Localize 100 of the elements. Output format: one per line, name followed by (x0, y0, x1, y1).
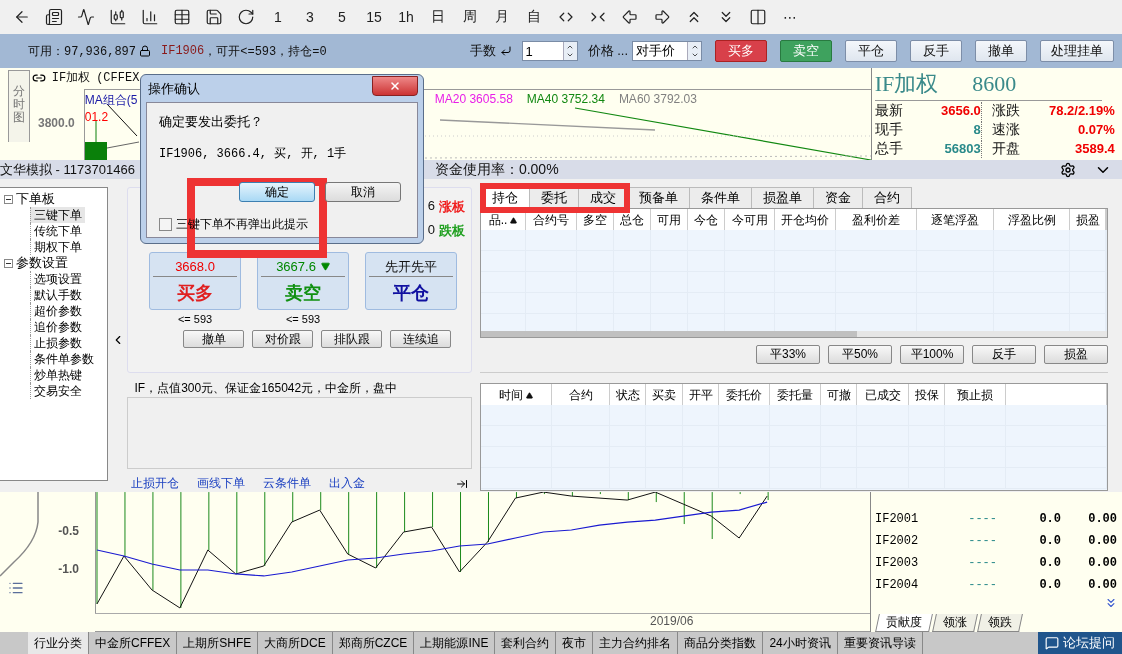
candlestick-icon[interactable] (109, 8, 127, 26)
side-tab[interactable]: 分时图 (8, 70, 30, 142)
arrow-to-end-icon[interactable] (456, 477, 468, 490)
close-position-button[interactable]: 平33% (756, 345, 820, 364)
expander-icon[interactable] (4, 258, 13, 268)
tab[interactable]: 领涨 (932, 614, 978, 632)
link[interactable]: 止损开仓 (131, 475, 180, 492)
arrow-left-icon[interactable] (621, 8, 639, 26)
column-header[interactable]: 今仓 (688, 209, 725, 233)
column-header[interactable]: 可用 (651, 209, 688, 233)
order-button[interactable]: 平仓 (845, 40, 897, 62)
tree-item[interactable]: 交易安全 (30, 383, 85, 399)
column-header[interactable]: 可撤 (821, 384, 857, 408)
column-header[interactable]: 损盈 (1070, 209, 1106, 233)
column-header[interactable]: 逐笔浮盈 (917, 209, 994, 233)
checkbox[interactable] (159, 218, 172, 231)
tree-item[interactable]: 三键下单 (30, 207, 85, 223)
tab[interactable]: 预备单 (627, 187, 690, 208)
order-button[interactable]: 3668.0 买多 (149, 252, 241, 310)
order-button[interactable]: 反手 (910, 40, 962, 62)
period-button[interactable]: 1h (390, 9, 422, 25)
order-button[interactable]: 买多 (715, 40, 767, 62)
market-tab[interactable]: 重要资讯导读 (837, 632, 923, 654)
tree-item[interactable]: 选项设置 (30, 271, 85, 287)
layout-icon[interactable] (749, 8, 767, 26)
tree-item[interactable]: 止损参数 (30, 335, 85, 351)
column-header[interactable]: 盈利价差 (836, 209, 917, 233)
tree-item[interactable]: 期权下单 (30, 239, 85, 255)
close-position-button[interactable]: 反手 (972, 345, 1036, 364)
column-header[interactable]: 委托价 (719, 384, 770, 408)
tree-item[interactable]: 下单板 (16, 191, 55, 207)
market-tab[interactable]: 套利合约 (495, 632, 557, 654)
period-button[interactable]: 周 (454, 8, 486, 26)
tree-item[interactable]: 默认手数 (30, 287, 85, 303)
period-button[interactable]: 自 (518, 8, 550, 26)
period-button[interactable]: 15 (358, 9, 390, 25)
order-button[interactable]: 3667.6 卖空 (257, 252, 349, 310)
column-header[interactable]: 浮盈比例 (994, 209, 1070, 233)
line-chart-icon[interactable] (77, 8, 95, 26)
tab[interactable]: 资金 (813, 187, 863, 208)
period-button[interactable]: 5 (326, 9, 358, 25)
tab[interactable]: 合约 (862, 187, 912, 208)
expander-icon[interactable] (4, 194, 13, 204)
column-header[interactable]: 开平 (683, 384, 719, 408)
table-icon[interactable] (173, 8, 191, 26)
column-header[interactable]: 已成交 (857, 384, 909, 408)
tab[interactable]: 损盈单 (751, 187, 814, 208)
column-header[interactable]: 买卖 (646, 384, 683, 408)
arrow-right-icon[interactable] (653, 8, 671, 26)
price-type-field[interactable]: 对手价 (632, 41, 702, 61)
close-button[interactable] (372, 75, 418, 96)
return-icon[interactable] (499, 45, 512, 57)
action-button[interactable]: 连续追 (390, 330, 451, 348)
market-tab[interactable]: 上期所SHFE (177, 632, 259, 654)
tree-item[interactable]: 条件单参数 (30, 351, 97, 367)
quantity-field[interactable]: 1 (521, 41, 578, 61)
action-button[interactable]: 对价跟 (252, 330, 313, 348)
column-header[interactable]: 合约 (552, 384, 610, 408)
market-tab[interactable]: 商品分类指数 (678, 632, 764, 654)
market-tab[interactable]: 主力合约排名 (593, 632, 679, 654)
period-button[interactable]: 月 (486, 8, 518, 26)
order-button[interactable]: 先开先平 平仓 (365, 252, 457, 310)
column-header[interactable]: 状态 (610, 384, 646, 408)
tree-item[interactable]: 追价参数 (30, 319, 85, 335)
market-tab[interactable]: 郑商所CZCE (332, 632, 415, 654)
link[interactable]: 出入金 (329, 475, 366, 492)
column-header[interactable]: 投保 (909, 384, 945, 408)
list-icon[interactable] (8, 580, 24, 596)
tree-item[interactable]: 传统下单 (30, 223, 85, 239)
scrollbar[interactable] (481, 331, 1107, 337)
tree-item[interactable]: 超价参数 (30, 303, 85, 319)
more-button[interactable]: ⋯ (774, 9, 806, 25)
column-header[interactable]: 今可用 (725, 209, 775, 233)
market-tab[interactable]: 24小时资讯 (763, 632, 838, 654)
period-button[interactable]: 1 (262, 9, 294, 25)
order-button[interactable]: 撤单 (975, 40, 1027, 62)
period-button[interactable]: 3 (294, 9, 326, 25)
lock-icon[interactable] (139, 45, 151, 57)
column-header[interactable]: 委托量 (770, 384, 821, 408)
column-header[interactable]: 开仓均价 (775, 209, 836, 233)
tab[interactable]: 条件单 (689, 187, 752, 208)
column-header[interactable]: 预止损 (945, 384, 1006, 408)
tab[interactable]: 领跌 (977, 614, 1023, 632)
settings-icon[interactable] (1060, 161, 1076, 178)
action-button[interactable]: 撤单 (183, 330, 244, 348)
market-tab[interactable]: 行业分类 (28, 632, 89, 654)
refresh-icon[interactable] (237, 8, 255, 26)
close-position-button[interactable]: 损盈 (1044, 345, 1108, 364)
action-button[interactable]: 排队跟 (321, 330, 382, 348)
link[interactable]: 画线下单 (197, 475, 246, 492)
order-button[interactable]: 处理挂单 (1040, 40, 1114, 62)
market-tab[interactable]: 夜市 (556, 632, 594, 654)
market-tab[interactable]: 大商所DCE (258, 632, 333, 654)
period-button[interactable]: 日 (422, 8, 454, 26)
document-icon[interactable] (45, 8, 63, 26)
close-position-button[interactable]: 平100% (900, 345, 964, 364)
tree-item[interactable]: 炒单热键 (30, 367, 85, 383)
forum-button[interactable]: 论坛提问 (1038, 632, 1122, 654)
tab[interactable]: 贡献度 (875, 614, 933, 632)
bar-chart-icon[interactable] (141, 8, 159, 26)
